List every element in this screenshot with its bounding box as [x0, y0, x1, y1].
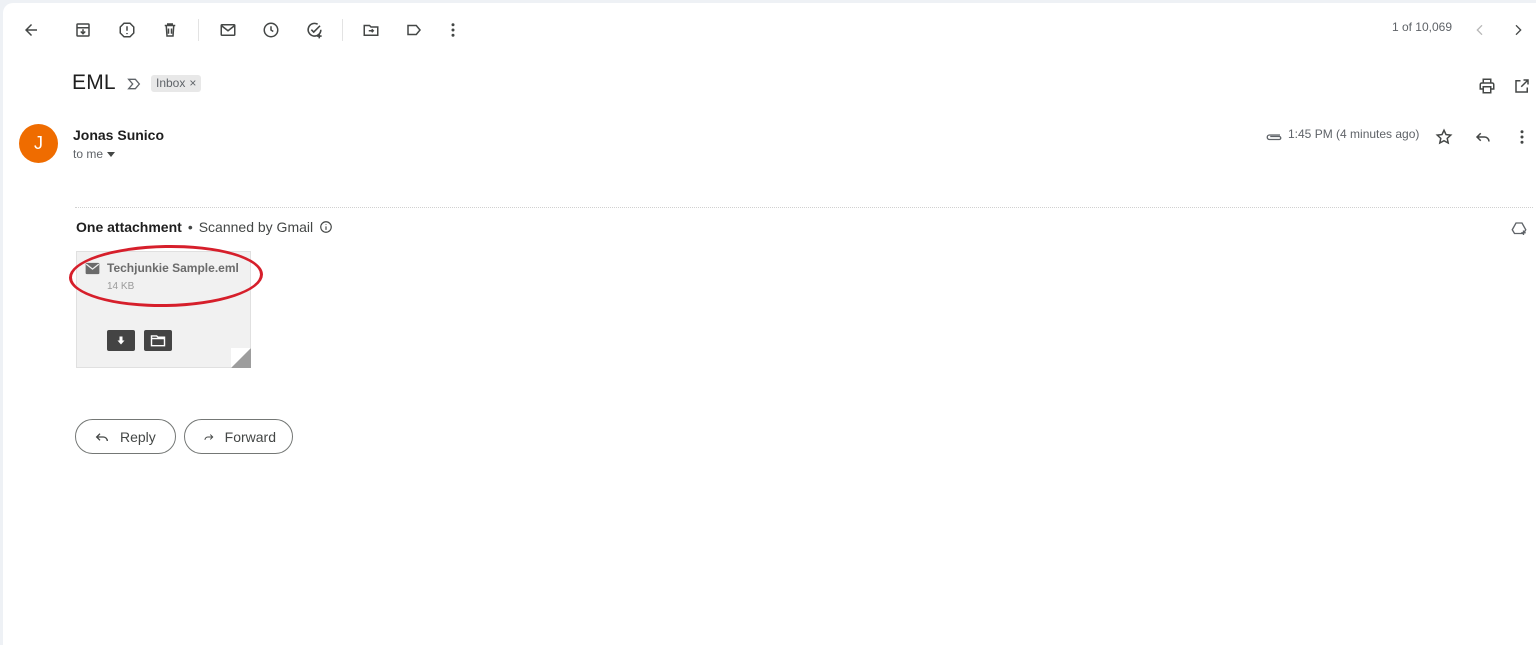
add-to-drive-button[interactable] [1505, 215, 1533, 243]
save-to-drive-button[interactable] [144, 330, 172, 351]
report-icon [119, 22, 135, 38]
star-button[interactable] [1430, 123, 1458, 151]
attachments-heading: One attachment • Scanned by Gmail [76, 219, 333, 235]
forward-icon [204, 433, 214, 440]
arrow-left-icon [25, 24, 37, 36]
paperclip-icon [1266, 134, 1282, 141]
label-icon [407, 24, 421, 36]
reply-icon-button[interactable] [1469, 123, 1497, 151]
back-button[interactable] [17, 16, 45, 44]
message-time: 1:45 PM (4 minutes ago) [1288, 127, 1420, 141]
forward-label: Forward [224, 428, 276, 445]
email-view: 1 of 10,069 EML Inbox × J Jonas Sunico t… [3, 3, 1536, 645]
scan-note: Scanned by Gmail [198, 219, 314, 235]
reply-label: Reply [120, 428, 156, 445]
email-subject: EML [72, 71, 116, 94]
print-button[interactable] [1473, 72, 1501, 100]
archive-button[interactable] [69, 16, 97, 44]
reply-icon [95, 432, 108, 441]
add-to-drive-icon [1511, 222, 1527, 235]
more-button[interactable] [439, 16, 467, 44]
more-vert-icon [451, 23, 455, 37]
newer-button[interactable] [1466, 16, 1494, 44]
recipient-text: to me [73, 147, 104, 161]
attachment-divider [75, 207, 1533, 208]
download-button[interactable] [107, 330, 135, 351]
heading-separator: • [187, 219, 193, 235]
mark-unread-button[interactable] [214, 16, 242, 44]
folder-icon [150, 335, 166, 347]
print-icon [1479, 78, 1495, 94]
download-icon [117, 336, 125, 344]
reply-button[interactable]: Reply [75, 419, 176, 454]
pager-text: 1 of 10,069 [1391, 20, 1452, 34]
open-in-new-icon [1515, 79, 1529, 93]
remove-label-button[interactable]: × [189, 75, 196, 92]
clock-icon [263, 22, 279, 38]
report-spam-button[interactable] [113, 16, 141, 44]
attachment-indicator [1263, 125, 1285, 145]
trash-icon [164, 23, 176, 37]
info-icon[interactable] [319, 220, 333, 234]
caret-down-icon [107, 152, 116, 157]
labels-button[interactable] [400, 16, 428, 44]
page-fold [231, 348, 251, 368]
inbox-label-chip: Inbox × [151, 75, 202, 92]
add-to-tasks-button[interactable] [300, 16, 328, 44]
importance-icon [127, 78, 141, 90]
move-to-button[interactable] [357, 16, 385, 44]
sender-avatar[interactable]: J [19, 124, 58, 163]
sender-name[interactable]: Jonas Sunico [73, 127, 164, 143]
open-new-window-button[interactable] [1508, 72, 1536, 100]
older-button[interactable] [1504, 16, 1532, 44]
reply-icon [1475, 132, 1490, 142]
delete-button[interactable] [156, 16, 184, 44]
add-task-icon [306, 22, 322, 38]
chevron-right-icon [1515, 24, 1522, 36]
archive-icon [76, 23, 90, 37]
snooze-button[interactable] [257, 16, 285, 44]
star-icon [1435, 128, 1453, 145]
chip-label: Inbox [156, 76, 186, 90]
move-folder-icon [363, 24, 379, 36]
more-vert-icon [1520, 130, 1524, 144]
mail-icon [220, 24, 236, 36]
importance-marker[interactable] [124, 74, 144, 94]
attachment-count: One attachment [76, 219, 182, 235]
recipient-details-toggle[interactable]: to me [73, 147, 116, 161]
chevron-left-icon [1476, 24, 1483, 36]
forward-button[interactable]: Forward [184, 419, 293, 454]
message-more-button[interactable] [1508, 123, 1536, 151]
